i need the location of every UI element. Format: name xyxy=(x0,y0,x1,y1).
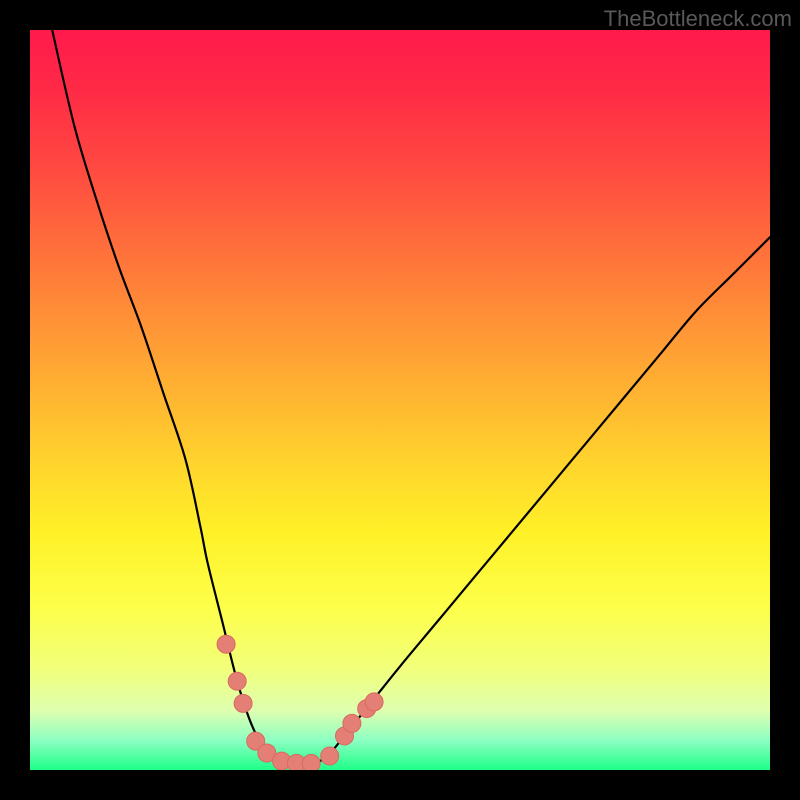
plot-area xyxy=(30,30,770,770)
chart-frame: TheBottleneck.com xyxy=(0,0,800,800)
curve-marker xyxy=(217,635,235,653)
curve-marker xyxy=(321,747,339,765)
curve-marker xyxy=(302,754,320,770)
chart-svg xyxy=(30,30,770,770)
curve-marker xyxy=(228,672,246,690)
bottleneck-curve xyxy=(52,30,770,765)
curve-marker xyxy=(234,694,252,712)
curve-marker xyxy=(365,693,383,711)
curve-marker xyxy=(343,714,361,732)
watermark-text: TheBottleneck.com xyxy=(604,6,792,32)
curve-markers xyxy=(217,635,383,770)
